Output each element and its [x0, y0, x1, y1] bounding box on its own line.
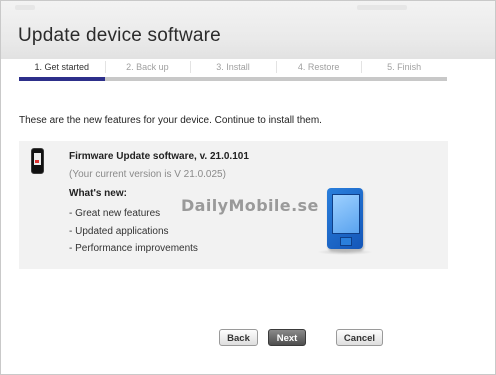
step-label: 1. Get started [34, 62, 90, 72]
update-info-panel: Firmware Update software, v. 21.0.101 (Y… [19, 141, 448, 269]
firmware-title: Firmware Update software, v. 21.0.101 [69, 151, 249, 162]
step-label: 2. Back up [126, 62, 169, 72]
cancel-button[interactable]: Cancel [336, 329, 383, 346]
step-label: 5. Finish [387, 62, 422, 72]
feature-list: - Great new features - Updated applicati… [69, 205, 198, 258]
phone-icon [327, 188, 363, 249]
step-label: 4. Restore [297, 62, 340, 72]
step-progress-bar [361, 77, 447, 81]
step-finish: 5. Finish [361, 59, 447, 81]
step-progress-bar [19, 77, 105, 81]
next-button[interactable]: Next [268, 329, 306, 346]
current-version: (Your current version is V 21.0.025) [69, 169, 226, 180]
list-item: - Performance improvements [69, 243, 198, 254]
back-button[interactable]: Back [219, 329, 258, 346]
intro-text: These are the new features for your devi… [19, 115, 322, 126]
header-ghost-mark [15, 5, 35, 10]
step-progress-bar [104, 77, 191, 81]
update-dialog: Update device software 1. Get started 2.… [0, 0, 496, 375]
page-title: Update device software [18, 25, 221, 46]
phone-shadow [317, 249, 373, 255]
step-restore: 4. Restore [275, 59, 362, 81]
step-progress-bar [275, 77, 362, 81]
step-get-started: 1. Get started [19, 59, 105, 81]
header-ghost-mark [357, 5, 407, 10]
step-back-up: 2. Back up [104, 59, 191, 81]
list-item: - Updated applications [69, 225, 169, 237]
wizard-steps: 1. Get started 2. Back up 3. Install 4. … [19, 59, 447, 81]
list-item: - Great new features [69, 208, 161, 219]
step-label: 3. Install [216, 62, 250, 72]
step-install: 3. Install [190, 59, 276, 81]
dialog-header: Update device software [1, 1, 495, 59]
watermark: DailyMobile.se [181, 196, 319, 215]
step-progress-bar [190, 77, 276, 81]
whats-new-heading: What's new: [69, 188, 127, 199]
device-icon [31, 148, 44, 174]
